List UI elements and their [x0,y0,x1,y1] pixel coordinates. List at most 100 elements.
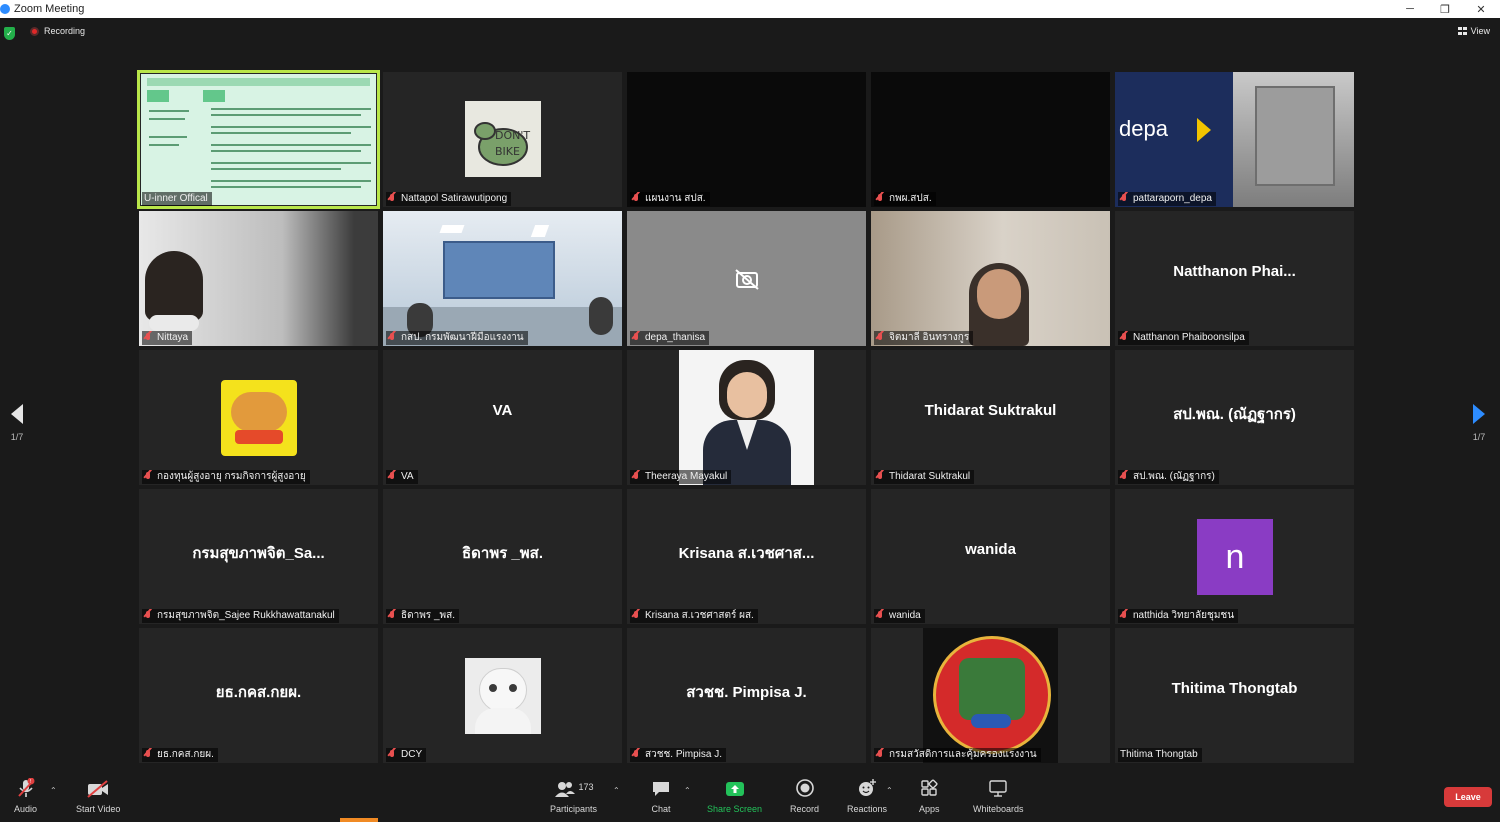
video-tile[interactable]: สป.พณ. (ณัฏฐากร) สป.พณ. (ณัฏฐากร) [1115,350,1354,485]
video-tile[interactable]: n natthida วิทยาลัยชุมชน [1115,489,1354,624]
muted-mic-icon [388,333,397,343]
security-shield-icon[interactable]: ✓ [4,27,15,40]
participant-name-tag: กองทุนผู้สูงอายุ กรมกิจการผู้สูงอายุ [142,470,310,484]
muted-mic-icon [876,472,885,482]
video-tile[interactable]: Krisana ส.เวชศาส... Krisana ส.เวชศาสตร์ … [627,489,866,624]
share-screen-icon [725,778,745,798]
recording-indicator[interactable]: Recording [30,26,85,36]
leave-button[interactable]: Leave [1444,787,1492,807]
participants-label: Participants [550,804,598,814]
video-tile[interactable]: Natthanon Phai... Natthanon Phaiboonsilp… [1115,211,1354,346]
profile-picture [221,380,297,456]
share-screen-button[interactable]: Share Screen [707,778,762,814]
video-tile[interactable]: จิตมาลี อินทรางกูร [871,211,1110,346]
video-tile[interactable]: Theeraya Mayakul [627,350,866,485]
reactions-button[interactable]: Reactions [847,778,887,814]
whiteboard-icon [988,778,1008,798]
participant-name: จิตมาลี อินทรางกูร [889,332,970,343]
record-label: Record [790,804,820,814]
video-tile[interactable]: depa_thanisa [627,211,866,346]
previous-page-button[interactable]: 1/7 [2,404,32,442]
participant-display-name: Thitima Thongtab [1171,680,1298,697]
reactions-options-caret-icon[interactable]: ⌃ [886,786,893,795]
video-tile[interactable]: DCY [383,628,622,763]
avatar: n [1197,519,1273,595]
record-button[interactable]: Record [790,778,819,814]
video-tile[interactable]: DON'T BIKE Nattapol Satirawutipong [383,72,622,207]
audio-button[interactable]: ! Audio [14,778,37,814]
participant-name-tag: ธิดาพร _พส. [386,609,459,623]
video-tile[interactable]: Thidarat Suktrakul Thidarat Suktrakul [871,350,1110,485]
participant-name-tag: wanida [874,609,925,623]
chat-label: Chat [651,804,671,814]
audio-label: Audio [14,804,38,814]
participant-name: Nattapol Satirawutipong [401,193,508,204]
muted-mic-icon [632,194,641,204]
muted-mic-icon [632,333,641,343]
chat-options-caret-icon[interactable]: ⌃ [684,786,691,795]
participant-name-tag: สป.พณ. (ณัฏฐากร) [1118,470,1219,484]
next-page-button[interactable]: 1/7 [1464,404,1494,442]
participants-options-caret-icon[interactable]: ⌃ [613,786,620,795]
participant-name: VA [401,471,414,482]
participant-name: pattaraporn_depa [1133,193,1212,204]
chat-button[interactable]: Chat [651,778,671,814]
apps-button[interactable]: Apps [919,778,940,814]
participant-display-name: VA [492,402,513,419]
participant-name: กพผ.สปส. [889,193,932,204]
arrow-left-icon [11,404,23,424]
reactions-label: Reactions [847,804,888,814]
participant-name-tag: depa_thanisa [630,331,710,345]
video-tile[interactable]: สวชช. Pimpisa J. สวชช. Pimpisa J. [627,628,866,763]
participant-display-name: Natthanon Phai... [1173,263,1296,280]
maximize-button[interactable]: ❐ [1427,0,1463,18]
video-off-background [627,72,866,207]
room-screen [443,241,555,299]
profile-picture [923,628,1058,763]
muted-mic-icon [144,472,153,482]
participant-name: ยธ.กคส.กยผ. [157,749,214,760]
video-tile[interactable]: Nittaya [139,211,378,346]
video-tile[interactable]: กองทุนผู้สูงอายุ กรมกิจการผู้สูงอายุ [139,350,378,485]
zoom-logo-icon [0,4,10,14]
chat-icon [651,778,671,798]
muted-mic-icon [876,194,885,204]
view-button[interactable]: View [1457,26,1490,36]
minimize-button[interactable]: ─ [1392,0,1428,18]
video-tile[interactable]: กพผ.สปส. [871,72,1110,207]
participant-name-tag: Natthanon Phaiboonsilpa [1118,331,1249,345]
video-tile[interactable]: ธิดาพร _พส. ธิดาพร _พส. [383,489,622,624]
video-tile[interactable]: depa pattaraporn_depa [1115,72,1354,207]
whiteboards-button[interactable]: Whiteboards [973,778,1024,814]
muted-mic-icon [876,333,885,343]
muted-mic-icon [1120,194,1129,204]
participant-name-tag: Nittaya [142,331,193,345]
participant-display-name: กรมสุขภาพจิต_Sa... [192,545,325,562]
muted-mic-icon [876,611,885,621]
audio-badge: ! [29,779,31,785]
meeting-top-bar: ✓ Recording View [0,18,1500,50]
profile-picture [679,350,814,485]
video-tile[interactable]: แผนงาน สปส. [627,72,866,207]
muted-mic-icon [144,611,153,621]
video-tile[interactable]: Thitima Thongtab Thitima Thongtab [1115,628,1354,763]
camera-off-icon [735,269,759,290]
video-tile[interactable]: wanida wanida [871,489,1110,624]
audio-options-caret-icon[interactable]: ⌃ [50,786,57,795]
participants-button[interactable]: 173 Participants [550,778,597,814]
close-button[interactable]: ✕ [1463,0,1499,18]
apps-label: Apps [919,804,940,814]
video-tile[interactable]: ยธ.กคส.กยผ. ยธ.กคส.กยผ. [139,628,378,763]
participant-display-name: สวชช. Pimpisa J. [686,684,807,701]
video-tile[interactable]: กสป. กรมพัฒนาฝีมือแรงงาน [383,211,622,346]
video-tile[interactable]: VA VA [383,350,622,485]
whiteboards-label: Whiteboards [973,804,1024,814]
video-tile[interactable]: U-inner Offical [137,70,380,209]
participant-name-tag: Thitima Thongtab [1118,748,1202,762]
participant-name: Nittaya [157,332,189,343]
start-video-button[interactable]: Start Video [76,778,120,814]
depa-arrow-icon [1197,118,1211,142]
video-tile[interactable]: กรมสวัสดิการและคุ้มครองแรงงาน [871,628,1110,763]
video-tile[interactable]: กรมสุขภาพจิต_Sa... กรมสุขภาพจิต_Sajee Ru… [139,489,378,624]
muted-mic-icon [388,750,397,760]
